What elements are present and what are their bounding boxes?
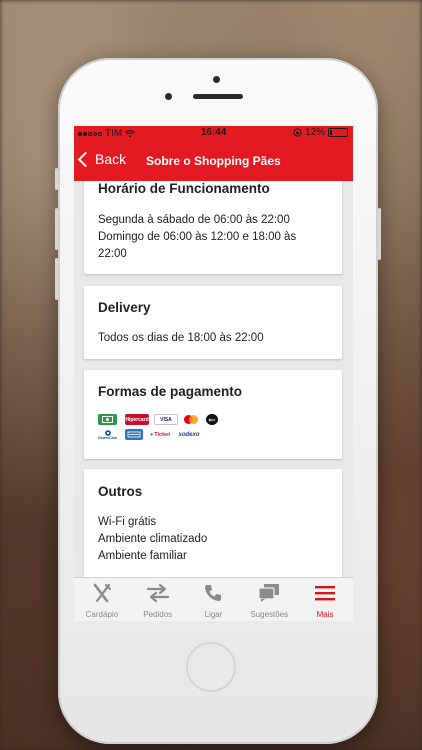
fork-knife-icon xyxy=(93,583,111,603)
tab-bar: Cardápio Pedidos Ligar Sugestões Mais xyxy=(74,577,353,621)
volume-up-button xyxy=(55,208,58,250)
tab-cardapio-label: Cardápio xyxy=(85,610,119,619)
hipercard-icon: Hipercard xyxy=(125,414,149,425)
volume-down-button xyxy=(55,258,58,300)
tab-ligar[interactable]: Ligar xyxy=(186,578,242,621)
ticket-label: Ticket xyxy=(154,431,171,438)
proximity-sensor xyxy=(165,93,172,100)
delivery-title: Delivery xyxy=(98,300,151,315)
back-button[interactable]: Back xyxy=(77,151,127,168)
swap-arrows-icon xyxy=(146,583,169,603)
payment-title: Formas de pagamento xyxy=(98,384,243,399)
delivery-line-1: Todos os dias de 18:00 às 22:00 xyxy=(98,332,264,344)
sodexo-icon: sodexo xyxy=(176,429,202,440)
tab-pedidos-label: Pedidos xyxy=(143,610,173,619)
delivery-card: Delivery Todos os dias de 18:00 às 22:00 xyxy=(84,286,342,359)
page-title: Sobre o Shopping Pães xyxy=(146,154,281,168)
tab-mais-label: Mais xyxy=(316,610,334,619)
tab-cardapio[interactable]: Cardápio xyxy=(74,578,130,621)
ticket-icon: ● Ticket xyxy=(148,429,172,440)
others-line-3: Ambiente familiar xyxy=(98,550,187,562)
elo-icon xyxy=(206,414,218,425)
hours-line-1: Segunda à sábado de 06:00 às 22:00 xyxy=(98,214,290,226)
diners-club-icon: DinersClub xyxy=(98,429,117,440)
scroll-content[interactable]: Horário de Funcionamento Segunda à sábad… xyxy=(74,181,353,577)
visa-label: VISA xyxy=(160,416,172,423)
chat-bubbles-icon xyxy=(258,584,280,602)
mute-switch xyxy=(55,168,58,190)
hours-line-3: 22:00 xyxy=(98,248,127,260)
others-card: Outros Wi-Fi grátis Ambiente climatizado… xyxy=(84,469,342,577)
hours-line-2: Domingo de 06:00 às 12:00 e 18:00 às xyxy=(98,231,297,243)
tab-mais[interactable]: Mais xyxy=(297,578,353,621)
visa-icon: VISA xyxy=(154,414,178,425)
status-bar: TIM 16:44 12% xyxy=(74,126,353,141)
power-button xyxy=(378,208,381,260)
mastercard-icon xyxy=(181,414,201,425)
phone-icon xyxy=(205,585,222,601)
hours-title: Horário de Funcionamento xyxy=(98,181,270,196)
battery-percentage: 12% xyxy=(304,127,325,138)
front-camera xyxy=(213,76,220,83)
american-express-icon xyxy=(125,429,143,440)
tab-ligar-label: Ligar xyxy=(204,610,223,619)
back-label: Back xyxy=(95,151,127,167)
battery-icon xyxy=(328,128,348,137)
hours-card: Horário de Funcionamento Segunda à sábad… xyxy=(84,181,342,274)
diners-label: DinersClub xyxy=(98,435,117,440)
tab-pedidos[interactable]: Pedidos xyxy=(130,578,186,621)
tab-sugestoes[interactable]: Sugestões xyxy=(241,578,297,621)
home-button[interactable] xyxy=(186,642,236,692)
app-screen: TIM 16:44 12% Back Sobre o Shopping Pães… xyxy=(74,126,353,621)
others-line-2: Ambiente climatizado xyxy=(98,533,208,545)
cash-icon xyxy=(98,414,117,425)
navigation-bar: Back Sobre o Shopping Pães xyxy=(74,141,353,181)
payment-card: Formas de pagamento Hipercard VISA Diner… xyxy=(84,370,342,459)
tab-sugestoes-label: Sugestões xyxy=(250,610,289,619)
hamburger-menu-icon xyxy=(315,586,336,601)
others-line-1: Wi-Fi grátis xyxy=(98,516,157,528)
chevron-left-icon xyxy=(77,151,94,168)
rotation-lock-icon xyxy=(293,128,302,137)
others-title: Outros xyxy=(98,484,143,499)
earpiece-speaker xyxy=(193,94,243,99)
sodexo-label: sodexo xyxy=(178,431,200,438)
hipercard-label: Hipercard xyxy=(125,416,149,423)
